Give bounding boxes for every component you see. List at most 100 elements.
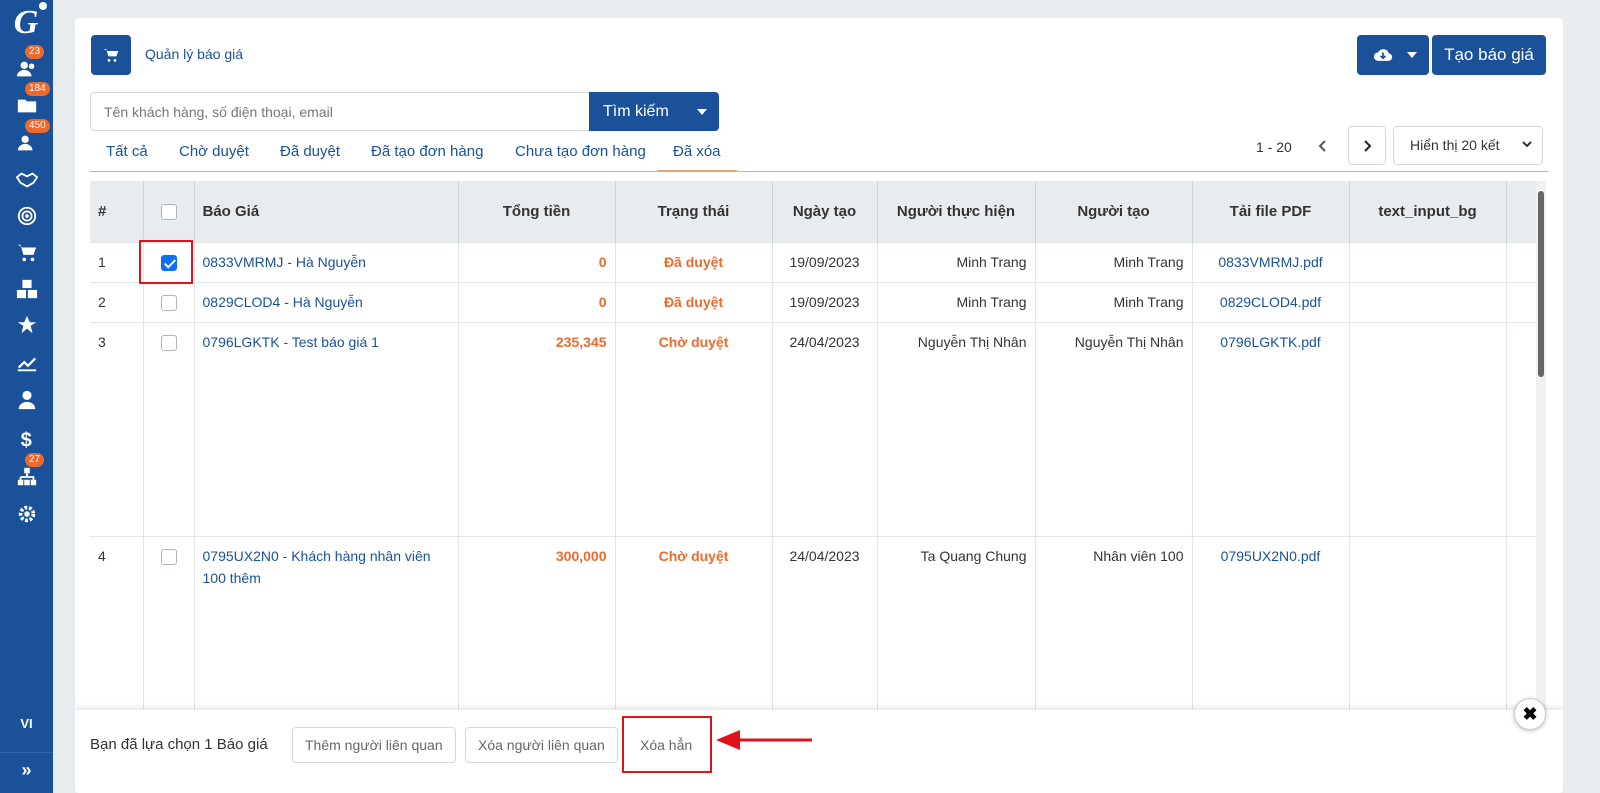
row-checkbox[interactable]: [160, 294, 177, 311]
quote-status: Chờ duyệt: [615, 535, 773, 721]
search-input[interactable]: [90, 92, 590, 131]
quote-date: 19/09/2023: [772, 281, 878, 322]
col-header-text-input-bg[interactable]: text_input_bg: [1349, 181, 1507, 242]
star-icon: [17, 315, 36, 334]
badge-customers: 23: [25, 45, 45, 59]
contacts-icon: [17, 135, 32, 151]
row-select-cell: [143, 321, 195, 536]
row-checkbox[interactable]: [160, 334, 177, 351]
quote-total: 0: [458, 241, 616, 282]
quote-date: 24/04/2023: [772, 535, 878, 721]
quote-link[interactable]: 0796LGKTK - Test báo giá 1: [194, 321, 459, 536]
cloud-download-icon: [1373, 49, 1393, 61]
col-header-pdf[interactable]: Tải file PDF: [1192, 181, 1350, 242]
table-row: 4 0795UX2N0 - Khách hàng nhân viên 100 t…: [90, 535, 1545, 721]
quote-assignee: Minh Trang: [877, 281, 1036, 322]
pdf-link[interactable]: 0833VMRMJ.pdf: [1192, 241, 1350, 282]
user-tie-icon: [18, 390, 35, 410]
prev-page-button[interactable]: [1304, 126, 1342, 165]
chevron-down-icon: [1522, 141, 1532, 148]
tab-deleted[interactable]: Đã xóa: [657, 133, 737, 172]
sidebar-item-deals[interactable]: [0, 162, 53, 198]
row-select-cell: [143, 535, 195, 721]
col-header-date[interactable]: Ngày tạo: [772, 181, 878, 242]
col-header-assignee[interactable]: Người thực hiện: [877, 181, 1036, 242]
sidebar-item-reports[interactable]: [0, 345, 53, 381]
text-input-bg-cell: [1349, 281, 1507, 322]
highlight-checkbox-box: [139, 240, 193, 284]
badge-contacts: 450: [25, 119, 50, 133]
col-header-index: #: [90, 181, 144, 242]
select-all-checkbox[interactable]: [160, 203, 177, 220]
table-row: 2 0829CLOD4 - Hà Nguyễn 0 Đã duyệt 19/09…: [90, 281, 1545, 322]
col-header-total[interactable]: Tổng tiền: [458, 181, 616, 242]
row-checkbox[interactable]: [160, 548, 177, 565]
col-header-status[interactable]: Trạng thái: [615, 181, 773, 242]
scrollbar-thumb[interactable]: [1538, 191, 1544, 377]
quote-total: 0: [458, 281, 616, 322]
sidebar-item-products[interactable]: [0, 271, 53, 307]
table-scrollbar[interactable]: [1536, 181, 1546, 721]
sidebar-item-finance[interactable]: $: [0, 421, 53, 457]
logo-letter: G: [13, 4, 39, 41]
sidebar-item-orders[interactable]: [0, 235, 53, 271]
quote-module-button[interactable]: [91, 35, 131, 75]
table-header-row: # Báo Giá Tổng tiền Trạng thái Ngày tạo …: [90, 181, 1545, 242]
search-button[interactable]: Tìm kiếm: [589, 92, 719, 131]
table-row: 3 0796LGKTK - Test báo giá 1 235,345 Chờ…: [90, 321, 1545, 536]
col-header-quote[interactable]: Báo Giá: [194, 181, 459, 242]
quote-link[interactable]: 0795UX2N0 - Khách hàng nhân viên 100 thê…: [194, 535, 459, 721]
next-page-button[interactable]: [1348, 126, 1386, 165]
page-title: Quản lý báo giá: [145, 46, 244, 62]
col-header-creator[interactable]: Người tạo: [1035, 181, 1193, 242]
row-select-cell: [143, 281, 195, 322]
remove-related-people-button[interactable]: Xóa người liên quan: [465, 727, 618, 763]
sidebar-item-staff[interactable]: [0, 382, 53, 418]
row-index: 3: [90, 321, 144, 536]
row-index: 1: [90, 241, 144, 282]
sidebar-item-favorites[interactable]: [0, 307, 53, 343]
add-related-people-button[interactable]: Thêm người liên quan: [292, 727, 456, 763]
tab-approved[interactable]: Đã duyệt: [264, 133, 356, 172]
tab-order-not-created[interactable]: Chưa tạo đơn hàng: [499, 133, 662, 172]
text-input-bg-cell: [1349, 321, 1507, 536]
bulk-action-bar: Bạn đã lựa chọn 1 Báo giá Thêm người liê…: [75, 710, 1563, 793]
pdf-link[interactable]: 0795UX2N0.pdf: [1192, 535, 1350, 721]
row-index: 2: [90, 281, 144, 322]
tab-pending[interactable]: Chờ duyệt: [163, 133, 265, 172]
pdf-link[interactable]: 0796LGKTK.pdf: [1192, 321, 1350, 536]
highlight-delete-box: [622, 716, 712, 773]
chart-line-icon: [17, 357, 36, 372]
tab-all[interactable]: Tất cả: [90, 133, 164, 172]
text-input-bg-cell: [1349, 241, 1507, 282]
create-quote-button[interactable]: Tạo báo giá: [1432, 35, 1546, 75]
close-bulk-bar-button[interactable]: ✖: [1514, 698, 1546, 730]
quotes-table-container: # Báo Giá Tổng tiền Trạng thái Ngày tạo …: [90, 181, 1545, 721]
pdf-link[interactable]: 0829CLOD4.pdf: [1192, 281, 1350, 322]
text-input-bg-cell: [1349, 535, 1507, 721]
app-logo[interactable]: G: [3, 2, 49, 44]
sidebar-expand-button[interactable]: »: [0, 752, 53, 788]
annotation-arrow-icon: [716, 730, 812, 750]
sidebar: G 23 184 450 $ 27 VI »: [0, 0, 53, 793]
handshake-icon: [15, 172, 38, 188]
sidebar-item-targets[interactable]: [0, 198, 53, 234]
cart-icon: [17, 244, 36, 262]
quote-creator: Nguyễn Thị Nhân: [1035, 321, 1193, 536]
sidebar-item-contacts[interactable]: 450: [0, 119, 53, 161]
quote-link[interactable]: 0829CLOD4 - Hà Nguyễn: [194, 281, 459, 322]
svg-text:$: $: [20, 429, 31, 450]
language-switch[interactable]: VI: [0, 716, 53, 731]
per-page-select[interactable]: Hiển thị 20 kết: [1393, 126, 1543, 165]
sidebar-item-settings[interactable]: [0, 496, 53, 532]
sidebar-item-organization[interactable]: 27: [0, 453, 53, 495]
dollar-icon: $: [20, 429, 31, 450]
download-dropdown-button[interactable]: [1357, 35, 1429, 75]
quote-link[interactable]: 0833VMRMJ - Hà Nguyễn: [194, 241, 459, 282]
badge-organization: 27: [25, 453, 45, 467]
gear-icon: [18, 505, 35, 523]
col-header-select: [143, 181, 195, 242]
tab-order-created[interactable]: Đã tạo đơn hàng: [355, 133, 499, 172]
chevron-down-icon[interactable]: [697, 109, 707, 115]
quote-creator: Nhân viên 100: [1035, 535, 1193, 721]
